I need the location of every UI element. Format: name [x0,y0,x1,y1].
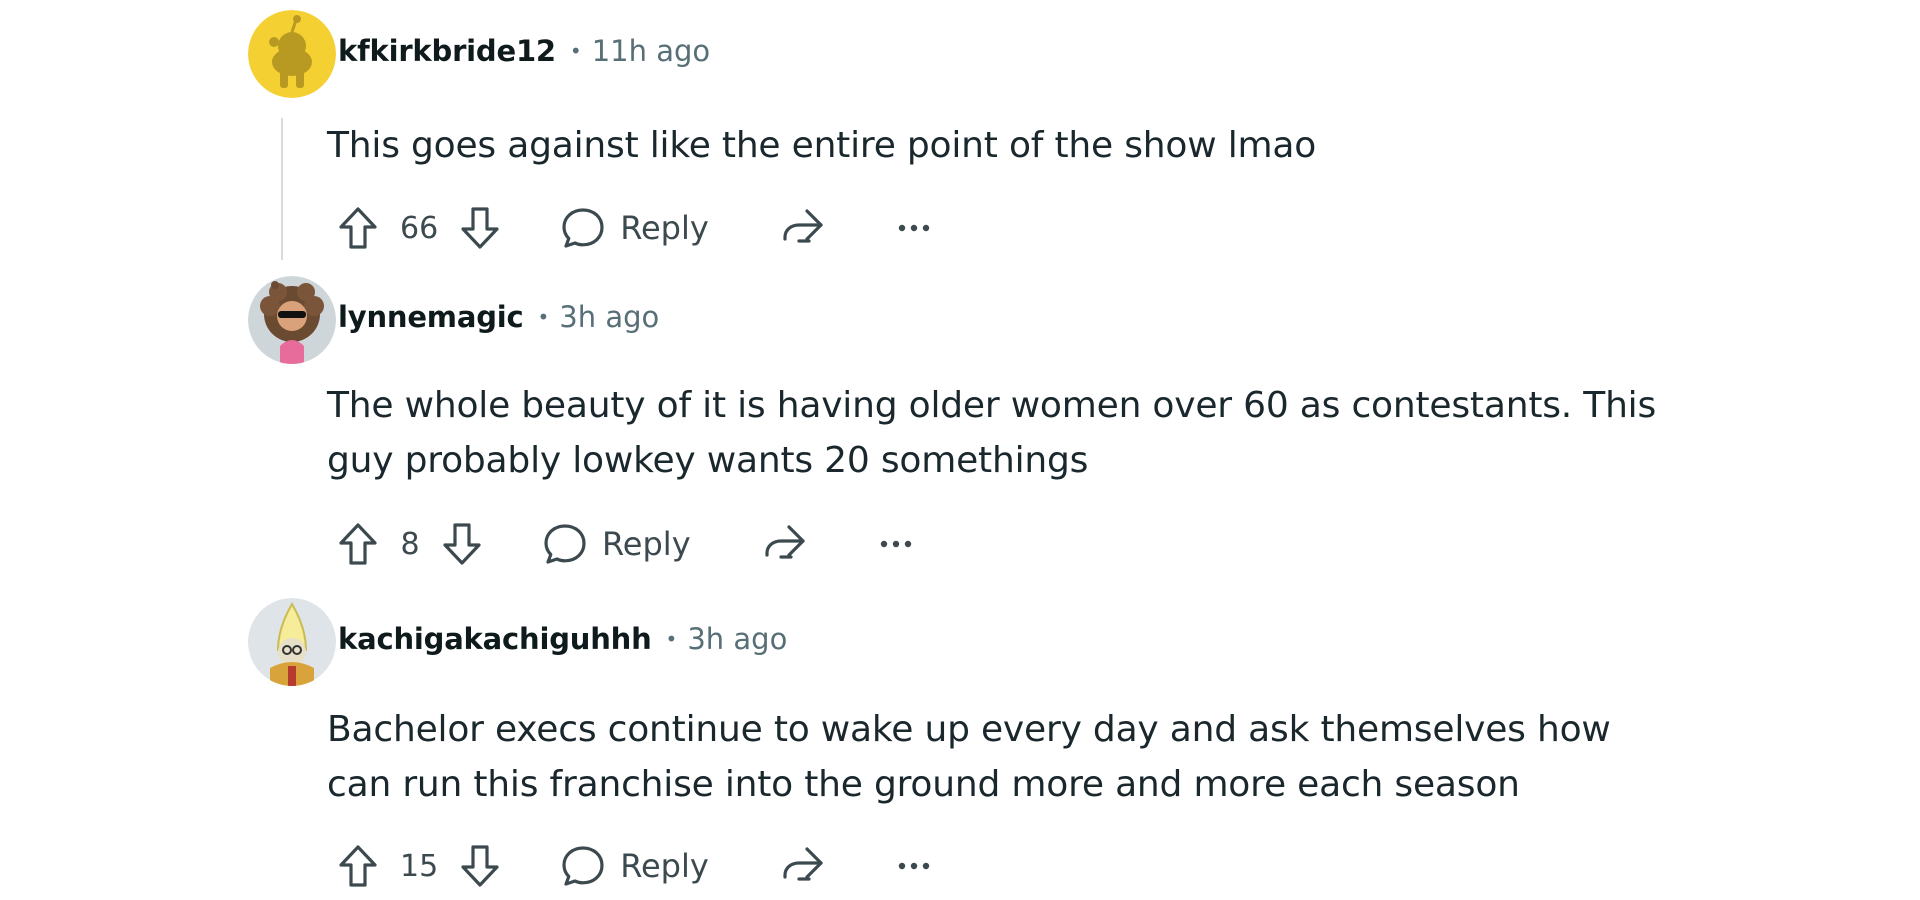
upvote-button[interactable] [336,521,380,567]
downvote-button[interactable] [458,843,502,889]
comment-icon [562,208,604,248]
comment-thread: kfkirkbride12 • 11h ago This goes agains… [0,0,1920,900]
reply-button[interactable]: Reply [542,521,691,567]
share-button[interactable] [761,521,809,567]
upvote-icon [339,207,377,249]
reply-button[interactable]: Reply [560,843,709,889]
share-icon [783,847,823,881]
snoo-avatar-icon [248,10,336,98]
upvote-icon [339,523,377,565]
comment-actions: 66 Reply [336,200,931,256]
share-icon [783,209,823,243]
reply-label: Reply [620,209,709,247]
downvote-button[interactable] [458,205,502,251]
thread-line[interactable] [281,118,283,260]
separator: • [537,305,550,329]
separator: • [665,627,678,651]
downvote-icon [443,523,481,565]
reply-button[interactable]: Reply [560,205,709,251]
username[interactable]: lynnemagic [338,300,524,334]
more-icon [898,862,930,870]
comment-meta: kachigakachiguhhh • 3h ago [338,622,787,656]
upvote-button[interactable] [336,205,380,251]
separator: • [569,39,582,63]
comment-meta: kfkirkbride12 • 11h ago [338,34,710,68]
comment-body: Bachelor execs continue to wake up every… [327,709,1611,805]
timestamp[interactable]: 11h ago [592,34,710,68]
avatar[interactable] [248,276,336,364]
reply-label: Reply [602,525,691,563]
more-options-button[interactable] [879,539,913,549]
comment-icon [544,524,586,564]
more-options-button[interactable] [897,861,931,871]
timestamp[interactable]: 3h ago [687,622,787,656]
comment-body: This goes against like the entire point … [327,125,1317,166]
downvote-icon [461,845,499,887]
more-icon [880,540,911,548]
vote-count: 66 [400,210,439,246]
downvote-icon [461,207,499,249]
comment-icon [562,846,604,886]
share-icon [765,525,805,559]
vote-count: 15 [400,848,439,884]
more-options-button[interactable] [897,223,931,233]
comment-meta: lynnemagic • 3h ago [338,300,659,334]
comment-actions: 15 Reply [336,838,931,894]
avatar[interactable] [248,598,336,686]
share-button[interactable] [779,843,827,889]
vote-count: 8 [400,526,420,562]
timestamp[interactable]: 3h ago [559,300,659,334]
downvote-button[interactable] [440,521,484,567]
comment-body: The whole beauty of it is having older w… [327,385,1657,481]
upvote-icon [339,845,377,887]
username[interactable]: kfkirkbride12 [338,34,556,68]
snoo-avatar-icon [248,598,336,686]
share-button[interactable] [779,205,827,251]
reply-label: Reply [620,847,709,885]
more-icon [898,224,930,232]
avatar[interactable] [248,10,336,98]
username[interactable]: kachigakachiguhhh [338,622,652,656]
comment-actions: 8 Reply [336,516,913,572]
snoo-avatar-icon [248,276,336,364]
upvote-button[interactable] [336,843,380,889]
